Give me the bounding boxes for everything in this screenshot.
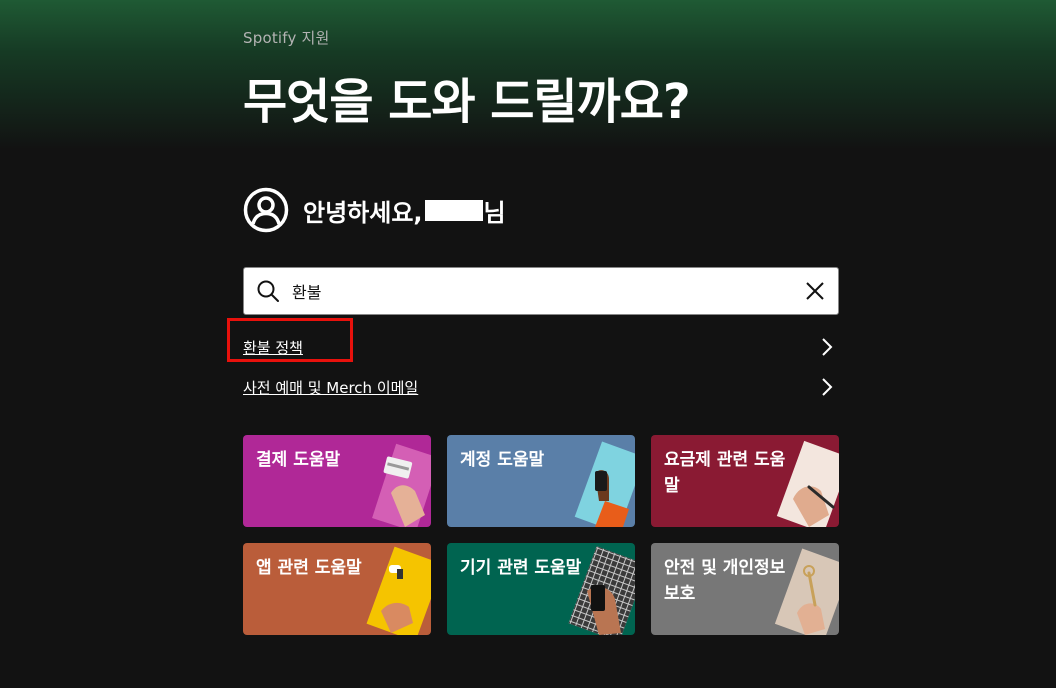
search-bar (243, 267, 839, 315)
greeting-prefix: 안녕하세요, (303, 198, 423, 227)
category-card-plans[interactable]: 요금제 관련 도움말 (651, 435, 839, 527)
card-label: 앱 관련 도움말 (256, 558, 362, 578)
suggestion-label[interactable]: 환불 정책 (243, 337, 303, 358)
chevron-right-icon (822, 378, 833, 396)
user-circle-icon (243, 187, 289, 233)
search-input[interactable] (292, 271, 792, 311)
category-card-payment[interactable]: 결제 도움말 (243, 435, 431, 527)
card-label: 안전 및 개인정보 보호 (664, 558, 786, 604)
search-suggestion[interactable]: 환불 정책 (243, 329, 839, 365)
card-label: 요금제 관련 도움말 (664, 450, 786, 496)
redacted-username (424, 199, 483, 221)
close-icon (806, 282, 824, 300)
search-suggestion[interactable]: 사전 예매 및 Merch 이메일 (243, 369, 839, 405)
suggestion-label[interactable]: 사전 예매 및 Merch 이메일 (243, 377, 418, 398)
search-icon (257, 280, 279, 302)
user-greeting: 안녕하세요, 님 (243, 186, 506, 234)
greeting-suffix: 님 (483, 198, 506, 227)
chevron-right-icon (822, 338, 833, 356)
clear-search-button[interactable] (792, 268, 838, 314)
page-title: 무엇을 도와 드릴까요? (243, 74, 691, 130)
category-card-safety-privacy[interactable]: 안전 및 개인정보 보호 (651, 543, 839, 635)
category-card-devices[interactable]: 기기 관련 도움말 (447, 543, 635, 635)
help-category-grid: 결제 도움말 계정 도움말 요금제 관련 도움말 앱 관련 도움말 기기 관련 … (243, 435, 839, 635)
card-label: 계정 도움말 (460, 450, 545, 470)
category-card-account[interactable]: 계정 도움말 (447, 435, 635, 527)
page-eyebrow: Spotify 지원 (243, 29, 330, 47)
category-card-app[interactable]: 앱 관련 도움말 (243, 543, 431, 635)
card-label: 결제 도움말 (256, 450, 341, 470)
card-label: 기기 관련 도움말 (460, 558, 582, 578)
greeting-text: 안녕하세요, 님 (303, 193, 506, 228)
